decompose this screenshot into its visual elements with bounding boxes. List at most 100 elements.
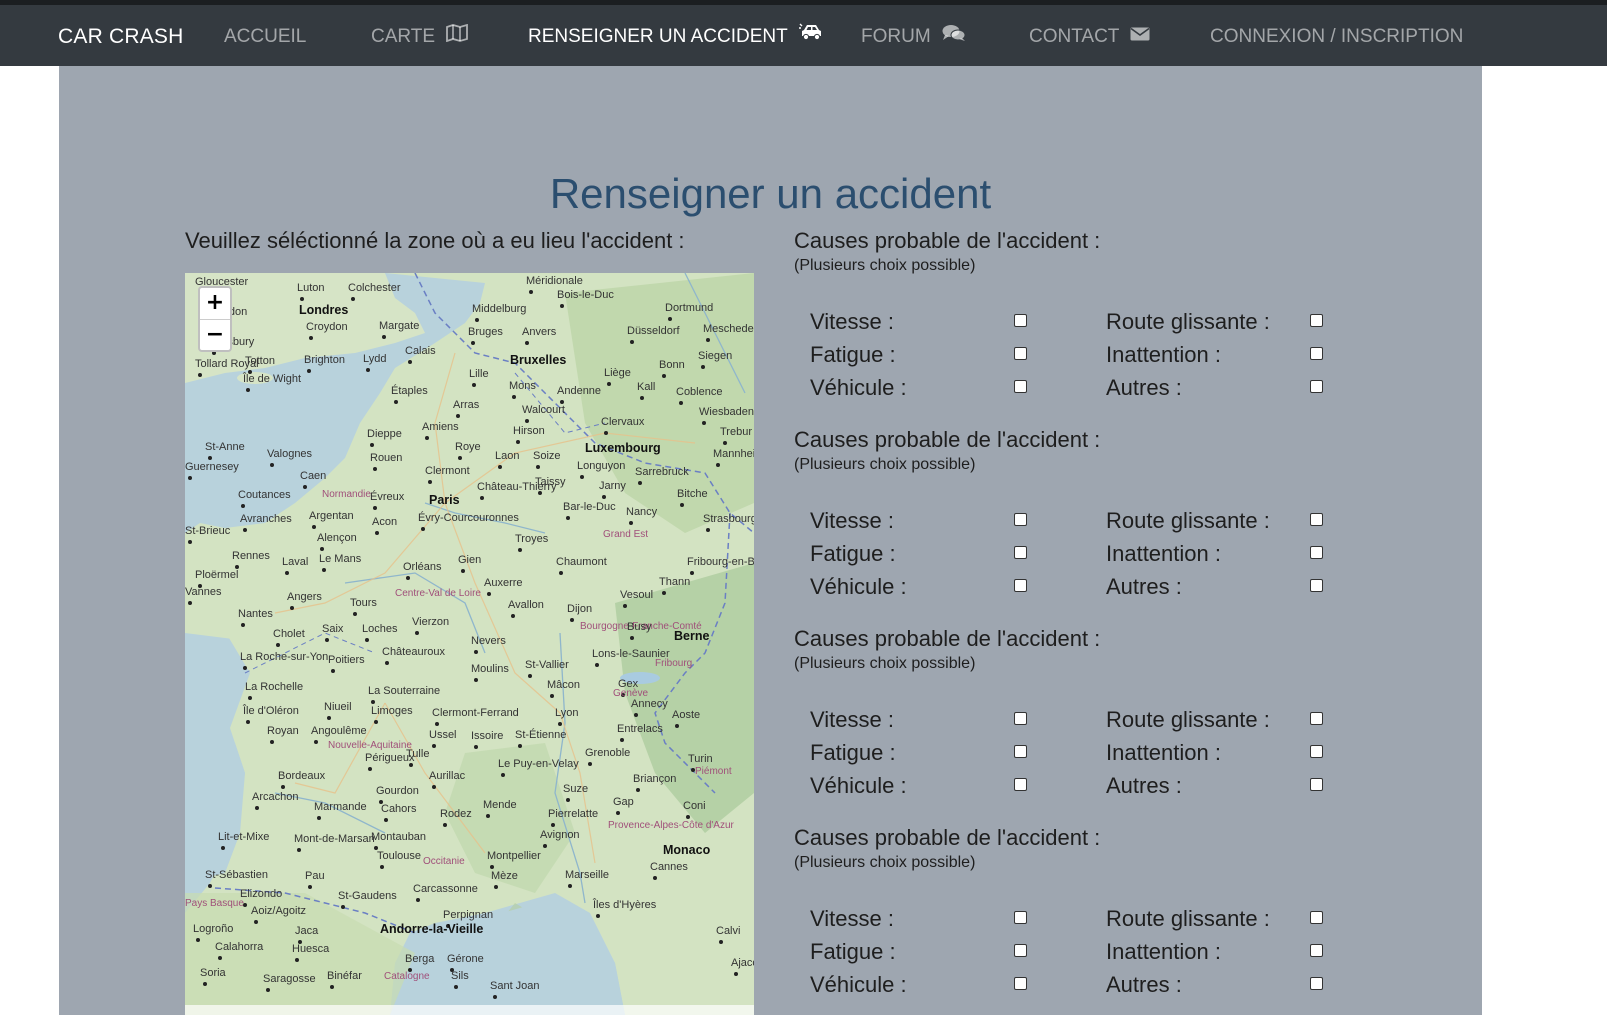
map-city-label: Sils — [451, 970, 469, 982]
map-city-dot — [630, 636, 634, 640]
map-city-label: Île de Wight — [243, 373, 302, 385]
map-city-dot — [501, 773, 505, 777]
map-city-label: Dijon — [567, 603, 593, 615]
cause-checkbox[interactable] — [1310, 314, 1323, 327]
nav-contact[interactable]: CONTACT — [1029, 5, 1150, 66]
map-city-dot — [559, 571, 563, 575]
map-city-dot — [421, 527, 425, 531]
nav-accueil-label: ACCUEIL — [224, 26, 307, 47]
cause-checkbox[interactable] — [1310, 513, 1323, 526]
cause-checkbox[interactable] — [1014, 944, 1027, 957]
map-city-dot — [331, 669, 335, 673]
accident-location-map[interactable]: Gloucester Luton Colchester Méridionale Bois… — [185, 273, 754, 1015]
nav-accueil[interactable]: ACCUEIL — [224, 5, 306, 66]
cause-checkbox[interactable] — [1310, 944, 1323, 957]
map-city-dot — [394, 400, 398, 404]
map-city-label: Normandie — [322, 489, 371, 500]
map-city-dot — [218, 956, 222, 960]
map-city-label: Avranches — [240, 513, 292, 525]
map-city-dot — [638, 481, 642, 485]
cause-checkbox[interactable] — [1014, 911, 1027, 924]
map-city-dot — [322, 568, 326, 572]
map-city-label: Sarrebruck — [635, 466, 689, 478]
map-city-dot — [558, 722, 562, 726]
cause-checkbox[interactable] — [1014, 745, 1027, 758]
cause-checkbox[interactable] — [1014, 977, 1027, 990]
map-city-label: Châteauroux — [382, 646, 445, 658]
cause-checkbox[interactable] — [1310, 745, 1323, 758]
map-city-label: Cahors — [381, 803, 417, 815]
causes-section-subtitle: (Plusieurs choix possible) — [794, 854, 976, 871]
map-city-dot — [425, 436, 429, 440]
cause-checkbox[interactable] — [1310, 546, 1323, 559]
cause-checkbox[interactable] — [1014, 347, 1027, 360]
map-city-dot — [415, 631, 419, 635]
cause-checkbox[interactable] — [1014, 712, 1027, 725]
map-city-label: Tours — [350, 597, 377, 609]
map-city-dot — [461, 569, 465, 573]
map-city-dot — [629, 521, 633, 525]
map-city-label: Aoste — [672, 709, 701, 721]
causes-section-title: Causes probable de l'accident : — [794, 626, 1101, 651]
cause-option-label: Inattention : — [1106, 939, 1221, 964]
nav-connexion-inscription[interactable]: CONNEXION / INSCRIPTION — [1210, 5, 1463, 66]
cause-checkbox[interactable] — [1310, 579, 1323, 592]
map-city-label: Toulouse — [377, 850, 422, 862]
cause-checkbox[interactable] — [1310, 712, 1323, 725]
cause-checkbox[interactable] — [1310, 778, 1323, 791]
map-city-label: Dieppe — [367, 428, 402, 440]
map-city-label: Londres — [299, 303, 349, 317]
map-city-label: Cannes — [650, 861, 688, 873]
cause-checkbox[interactable] — [1014, 579, 1027, 592]
map-city-label: Le Mans — [319, 553, 362, 565]
causes-section-title: Causes probable de l'accident : — [794, 228, 1101, 253]
nav-forum[interactable]: FORUM — [861, 5, 966, 66]
map-city-label: Royan — [267, 725, 299, 737]
map-city-dot — [706, 338, 710, 342]
map-city-label: Liège — [604, 367, 631, 379]
nav-renseigner-accident[interactable]: RENSEIGNER UN ACCIDENT — [528, 5, 825, 66]
nav-carte[interactable]: CARTE — [371, 5, 469, 66]
map-city-dot — [320, 547, 324, 551]
map-city-label: Andorre-la-Vieille — [380, 922, 484, 936]
map-city-label: St-Étienne — [515, 729, 567, 741]
cause-checkbox[interactable] — [1014, 380, 1027, 393]
map-city-label: Rodez — [440, 808, 472, 820]
cause-checkbox[interactable] — [1014, 546, 1027, 559]
map-city-label: La Rochelle — [245, 681, 304, 693]
map-city-label: Nantes — [238, 608, 273, 620]
brand-logo[interactable]: CAR CRASH — [58, 5, 183, 66]
map-city-dot — [595, 663, 599, 667]
map-city-dot — [208, 884, 212, 888]
zoom-out-button[interactable]: − — [200, 320, 230, 351]
map-city-label: Méridionale — [526, 275, 583, 287]
cause-checkbox[interactable] — [1014, 314, 1027, 327]
map-city-label: Tollard Royal — [195, 358, 259, 370]
map-city-label: Avallon — [508, 599, 544, 611]
cause-option-label: Route glissante : — [1106, 508, 1270, 533]
map-city-dot — [188, 476, 192, 480]
map-city-dot — [255, 806, 259, 810]
map-city-dot — [312, 525, 316, 529]
map-city-label: Meschede — [703, 323, 754, 335]
map-city-dot — [297, 848, 301, 852]
map-city-label: St-Anne — [205, 441, 245, 453]
cause-checkbox[interactable] — [1014, 513, 1027, 526]
map-city-dot — [281, 785, 285, 789]
cause-checkbox[interactable] — [1014, 778, 1027, 791]
map-city-dot — [309, 336, 313, 340]
map-city-dot — [512, 395, 516, 399]
cause-option-label: Autres : — [1106, 574, 1182, 599]
cause-checkbox[interactable] — [1310, 380, 1323, 393]
map-city-label: Jaca — [295, 925, 319, 937]
zoom-in-button[interactable]: + — [200, 288, 230, 320]
map-city-dot — [550, 694, 554, 698]
cause-checkbox[interactable] — [1310, 347, 1323, 360]
map-city-label: Valognes — [267, 448, 313, 460]
map-city-label: Pierrelatte — [548, 808, 599, 820]
cause-checkbox[interactable] — [1310, 911, 1323, 924]
map-city-dot — [588, 762, 592, 766]
map-city-label: Lydd — [363, 353, 387, 365]
cause-option-label: Inattention : — [1106, 342, 1221, 367]
cause-checkbox[interactable] — [1310, 977, 1323, 990]
